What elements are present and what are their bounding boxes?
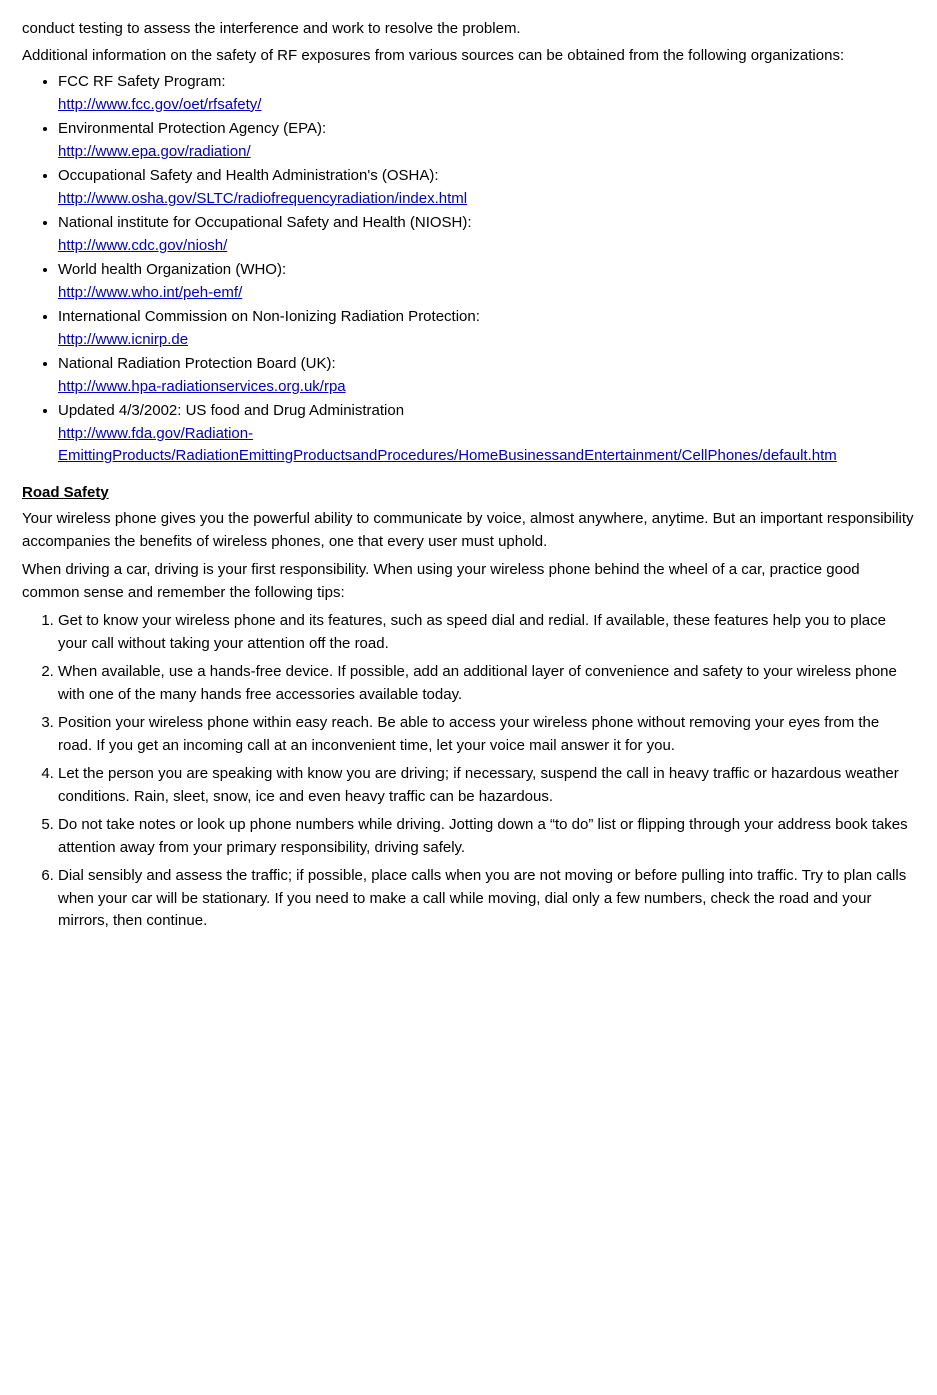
bullet-item-2: Occupational Safety and Health Administr… (58, 165, 915, 210)
main-content: conduct testing to assess the interferen… (22, 18, 915, 933)
bullet-link-1[interactable]: http://www.epa.gov/radiation/ (58, 143, 251, 160)
bullet-link-0[interactable]: http://www.fcc.gov/oet/rfsafety/ (58, 96, 261, 113)
bullet-item-3: National institute for Occupational Safe… (58, 212, 915, 257)
bullet-link-2[interactable]: http://www.osha.gov/SLTC/radiofrequencyr… (58, 190, 467, 207)
numbered-item-3: Let the person you are speaking with kno… (58, 763, 915, 808)
road-safety-para1: Your wireless phone gives you the powerf… (22, 508, 915, 553)
intro-line1: conduct testing to assess the interferen… (22, 18, 915, 41)
numbered-item-5: Dial sensibly and assess the traffic; if… (58, 865, 915, 933)
bullet-link-3[interactable]: http://www.cdc.gov/niosh/ (58, 237, 227, 254)
bullet-list: FCC RF Safety Program:http://www.fcc.gov… (58, 71, 915, 468)
bullet-link-5[interactable]: http://www.icnirp.de (58, 331, 188, 348)
road-safety-para2: When driving a car, driving is your firs… (22, 559, 915, 604)
numbered-list: Get to know your wireless phone and its … (58, 610, 915, 933)
numbered-item-2: Position your wireless phone within easy… (58, 712, 915, 757)
numbered-item-4: Do not take notes or look up phone numbe… (58, 814, 915, 859)
bullet-item-5: International Commission on Non-Ionizing… (58, 306, 915, 351)
bullet-link-6[interactable]: http://www.hpa-radiationservices.org.uk/… (58, 378, 346, 395)
bullet-item-0: FCC RF Safety Program:http://www.fcc.gov… (58, 71, 915, 116)
bullet-item-1: Environmental Protection Agency (EPA):ht… (58, 118, 915, 163)
bullet-item-6: National Radiation Protection Board (UK)… (58, 353, 915, 398)
bullet-item-4: World health Organization (WHO):http://w… (58, 259, 915, 304)
bullet-link-7[interactable]: http://www.fda.gov/Radiation-EmittingPro… (58, 425, 837, 465)
bullet-link-4[interactable]: http://www.who.int/peh-emf/ (58, 284, 242, 301)
bullet-item-7: Updated 4/3/2002: US food and Drug Admin… (58, 400, 915, 468)
road-safety-heading: Road Safety (22, 482, 915, 505)
intro-line2: Additional information on the safety of … (22, 45, 915, 68)
numbered-item-1: When available, use a hands-free device.… (58, 661, 915, 706)
numbered-item-0: Get to know your wireless phone and its … (58, 610, 915, 655)
